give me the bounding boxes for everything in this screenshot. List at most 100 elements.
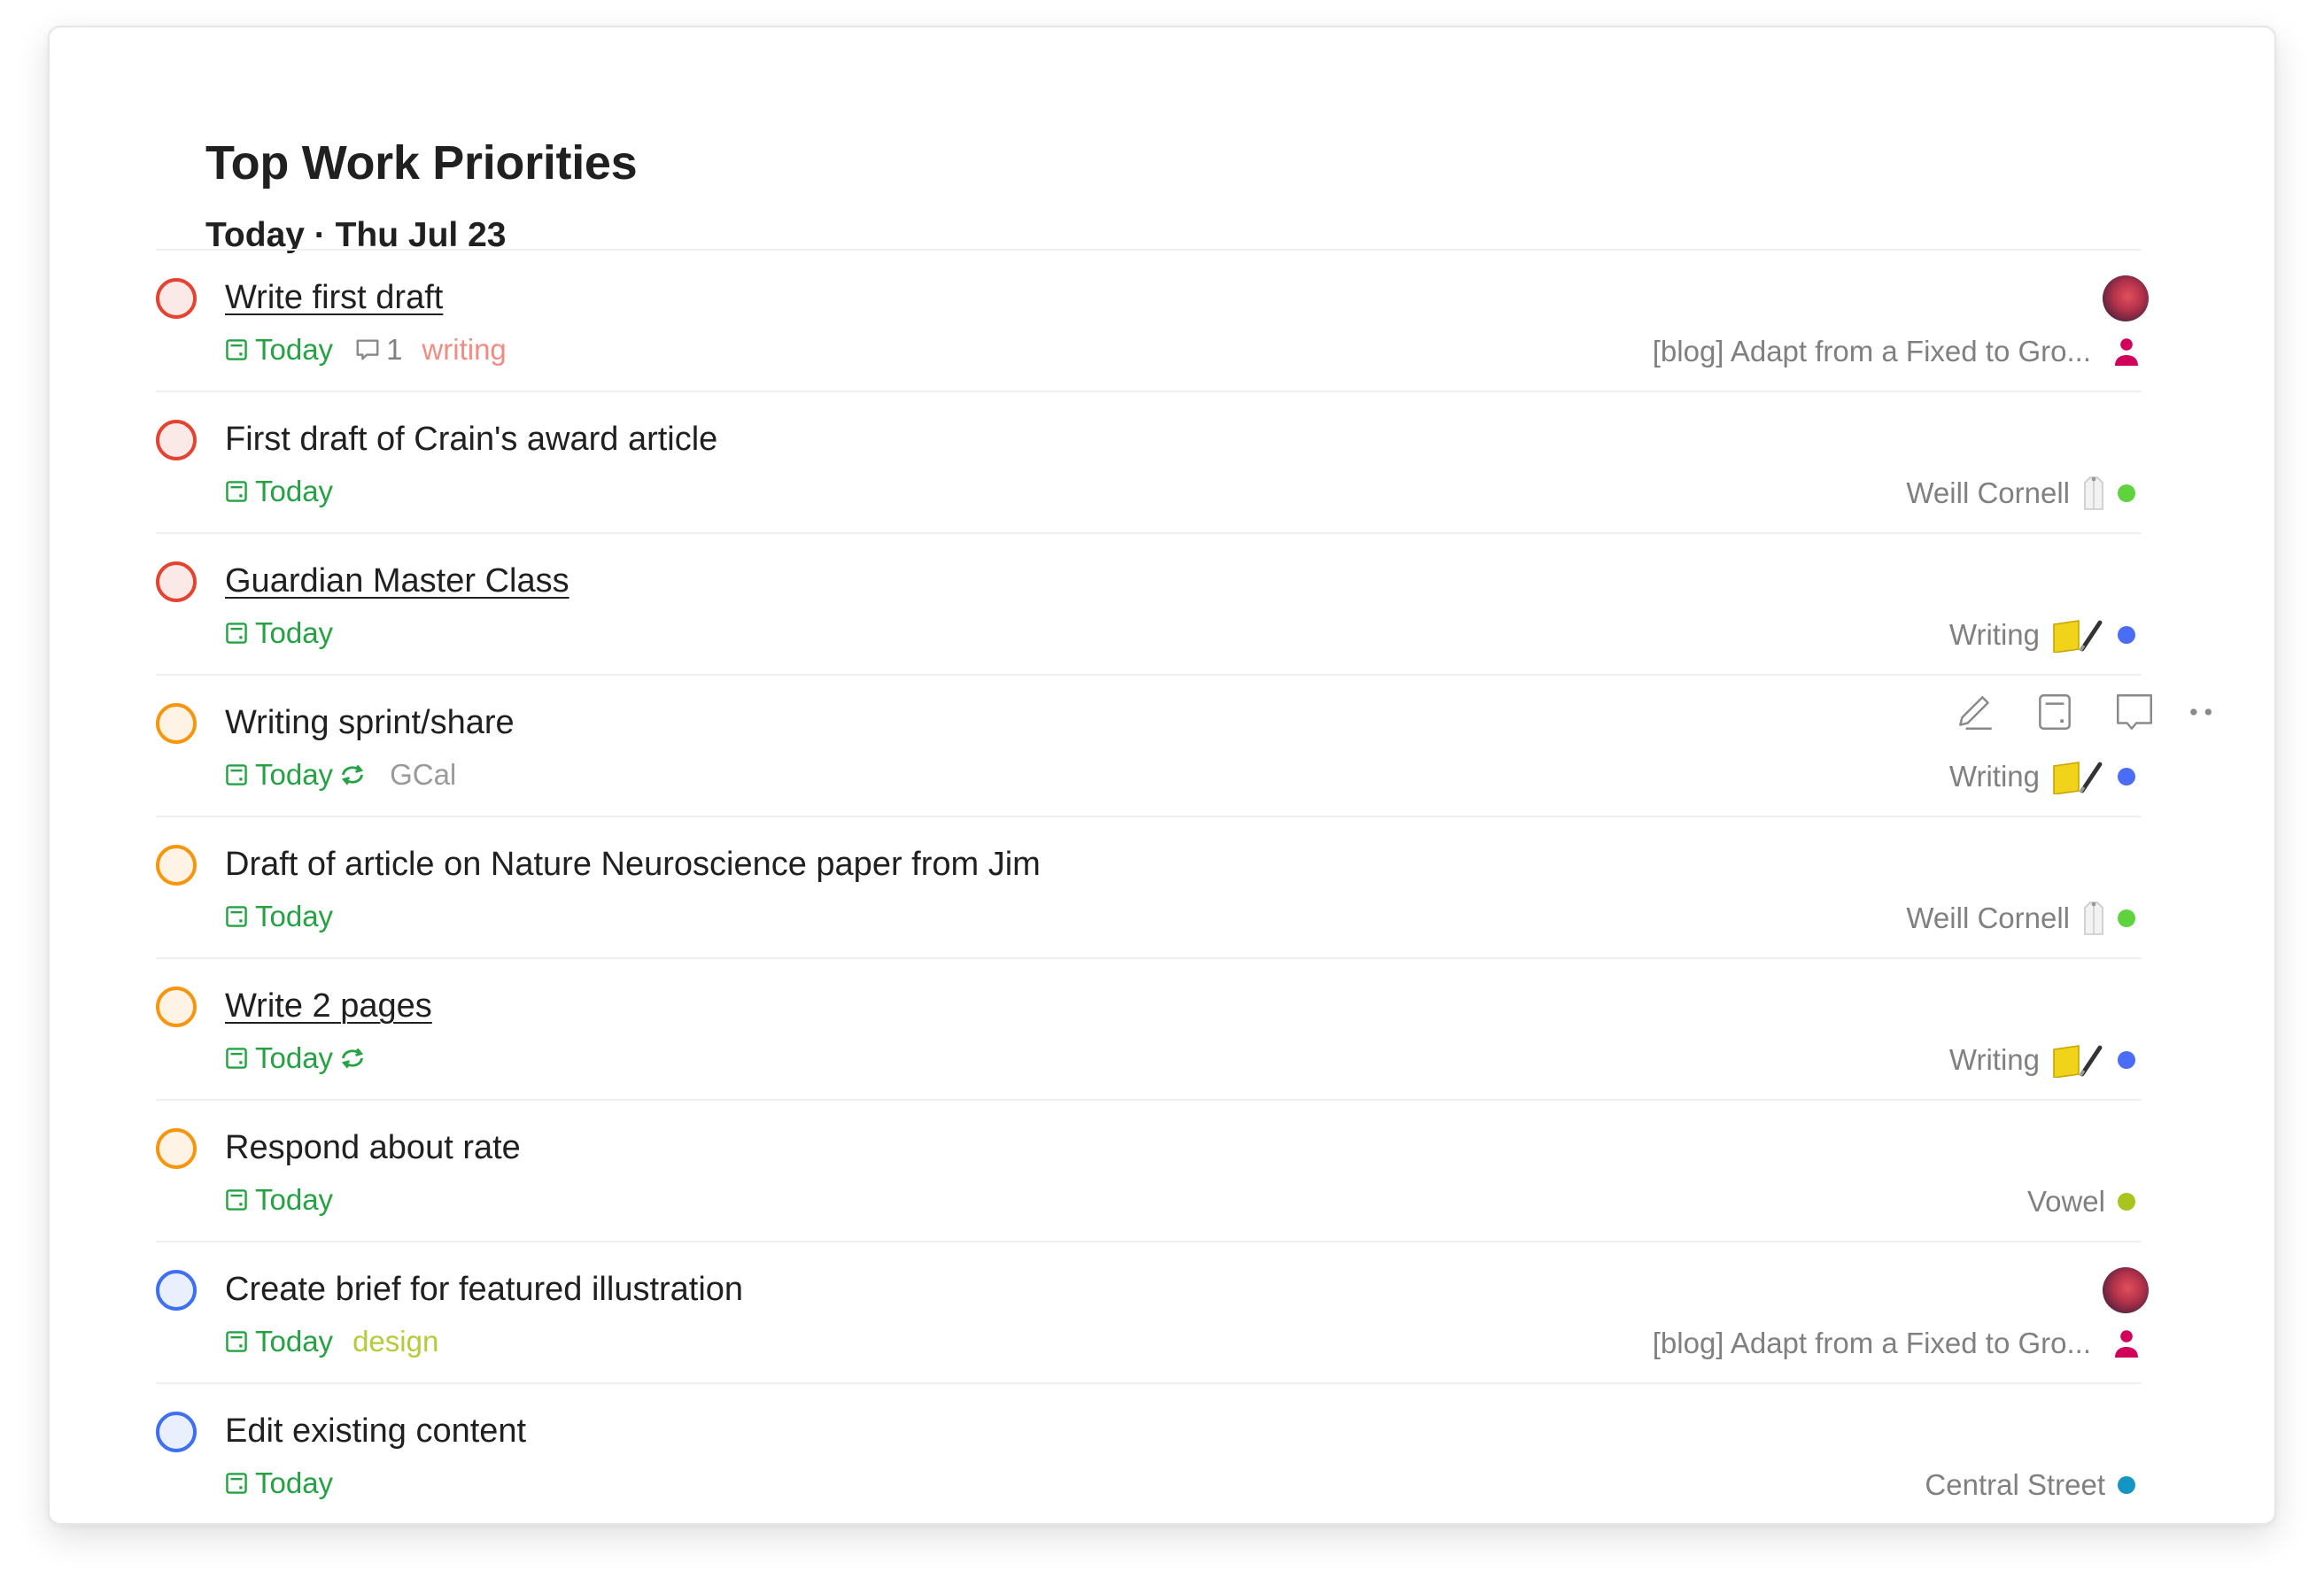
task-row[interactable]: Writing sprint/share Today GCal Writing — [156, 676, 2212, 817]
due-date[interactable]: Today — [225, 1183, 333, 1217]
calendar-icon — [226, 1189, 247, 1211]
calendar-icon — [226, 339, 247, 360]
task-checkbox[interactable] — [156, 845, 197, 886]
due-date[interactable]: Today — [225, 900, 333, 933]
task-meta: Today — [225, 899, 333, 934]
task-title[interactable]: Writing sprint/share — [225, 704, 515, 742]
book-pen-icon — [2053, 1045, 2103, 1078]
due-label: Today — [255, 900, 334, 932]
page-title: Top Work Priorities — [205, 136, 638, 190]
calendar-icon — [226, 1331, 247, 1352]
project-name: Writing — [1948, 618, 2040, 651]
project-info[interactable]: Writing — [1949, 1042, 2142, 1078]
project-info[interactable]: Vowel — [2027, 1184, 2142, 1219]
task-row[interactable]: Guardian Master Class Today Writing — [156, 534, 2142, 676]
due-label: Today — [255, 1041, 334, 1074]
project-name: Central Street — [1925, 1468, 2105, 1501]
project-color-dot — [2118, 626, 2135, 644]
calendar-icon — [2039, 694, 2071, 730]
calendar-icon — [226, 623, 247, 644]
schedule-button[interactable] — [2030, 687, 2080, 737]
due-date[interactable]: Today — [225, 475, 333, 508]
project-info[interactable]: Writing — [1949, 759, 2142, 794]
project-color-dot — [2118, 1051, 2135, 1069]
task-row[interactable]: Draft of article on Nature Neuroscience … — [156, 817, 2142, 959]
task-title[interactable]: Guardian Master Class — [225, 562, 569, 600]
task-row[interactable]: Write 2 pages Today Writing — [156, 959, 2142, 1101]
task-checkbox[interactable] — [156, 1128, 197, 1169]
due-date[interactable]: Today — [225, 333, 333, 367]
project-name: Writing — [1948, 760, 2040, 793]
task-title[interactable]: Create brief for featured illustration — [225, 1271, 743, 1309]
lab-coat-icon — [2084, 901, 2103, 935]
project-info[interactable]: Writing — [1949, 617, 2142, 653]
due-date[interactable]: Today — [225, 1041, 367, 1075]
task-title[interactable]: Write first draft — [225, 279, 443, 317]
comment-count[interactable]: 1 — [354, 333, 402, 367]
task-title[interactable]: Draft of article on Nature Neuroscience … — [225, 846, 1041, 884]
task-row[interactable]: Respond about rate Today Vowel — [156, 1101, 2142, 1242]
project-info[interactable]: Weill Cornell — [1906, 476, 2142, 511]
recurring-icon — [341, 1048, 364, 1069]
due-date[interactable]: Today — [225, 1466, 333, 1500]
task-meta: Today — [225, 1466, 333, 1501]
due-label: Today — [255, 475, 334, 507]
task-checkbox[interactable] — [156, 561, 197, 602]
calendar-icon — [226, 906, 247, 927]
book-pen-icon — [2053, 762, 2103, 794]
task-title[interactable]: Write 2 pages — [225, 987, 432, 1025]
avatar[interactable] — [2103, 275, 2149, 321]
task-meta: Today — [225, 615, 333, 651]
task-meta: Today — [225, 1041, 367, 1076]
task-title[interactable]: Edit existing content — [225, 1412, 526, 1451]
task-row[interactable]: Create brief for featured illustration T… — [156, 1242, 2149, 1384]
task-checkbox[interactable] — [156, 1270, 197, 1311]
lab-coat-icon — [2084, 476, 2103, 510]
calendar-icon — [226, 764, 247, 785]
task-title[interactable]: First draft of Crain's award article — [225, 421, 717, 459]
event-source: GCal — [390, 758, 457, 791]
task-row[interactable]: First draft of Crain's award article Tod… — [156, 392, 2142, 534]
task-hover-actions — [1950, 686, 2221, 738]
task-checkbox[interactable] — [156, 278, 197, 319]
person-icon — [2115, 1330, 2138, 1358]
avatar[interactable] — [2103, 1267, 2149, 1313]
more-icon — [2190, 708, 2212, 716]
project-color-dot — [2118, 909, 2135, 927]
due-label: Today — [255, 333, 334, 366]
calendar-icon — [226, 481, 247, 502]
due-date[interactable]: Today — [225, 758, 367, 792]
task-meta: Today — [225, 474, 333, 509]
task-label[interactable]: design — [352, 1325, 438, 1358]
task-label[interactable]: writing — [422, 333, 506, 367]
project-info[interactable]: [blog] Adapt from a Fixed to Gro... — [1653, 334, 2142, 369]
task-title[interactable]: Respond about rate — [225, 1129, 521, 1167]
task-checkbox[interactable] — [156, 1412, 197, 1452]
project-info[interactable]: [blog] Adapt from a Fixed to Gro... — [1653, 1326, 2142, 1361]
task-checkbox[interactable] — [156, 987, 197, 1027]
due-date[interactable]: Today — [225, 1325, 333, 1358]
project-info[interactable]: Central Street — [1925, 1467, 2142, 1503]
task-row[interactable]: Edit existing content Today Central Stre… — [156, 1384, 2142, 1524]
task-meta: Today GCal — [225, 757, 456, 793]
due-label: Today — [255, 1183, 334, 1216]
project-info[interactable]: Weill Cornell — [1906, 901, 2142, 936]
project-name: Weill Cornell — [1906, 476, 2070, 509]
calendar-icon — [226, 1473, 247, 1494]
comment-button[interactable] — [2110, 687, 2159, 737]
book-pen-icon — [2053, 620, 2103, 653]
edit-button[interactable] — [1950, 687, 2000, 737]
task-row[interactable]: Write first draft Today 1 writing [blog]… — [156, 251, 2149, 392]
person-icon — [2115, 338, 2138, 366]
due-date[interactable]: Today — [225, 616, 333, 650]
due-label: Today — [255, 758, 334, 791]
comment-icon — [2117, 694, 2152, 730]
more-button[interactable] — [2182, 687, 2221, 737]
comment-count-value: 1 — [386, 333, 403, 366]
task-meta: Today — [225, 1182, 333, 1218]
project-name: Weill Cornell — [1906, 901, 2070, 934]
task-checkbox[interactable] — [156, 420, 197, 460]
project-name: Writing — [1948, 1043, 2040, 1076]
project-name: [blog] Adapt from a Fixed to Gro... — [1652, 335, 2091, 368]
task-checkbox[interactable] — [156, 703, 197, 744]
